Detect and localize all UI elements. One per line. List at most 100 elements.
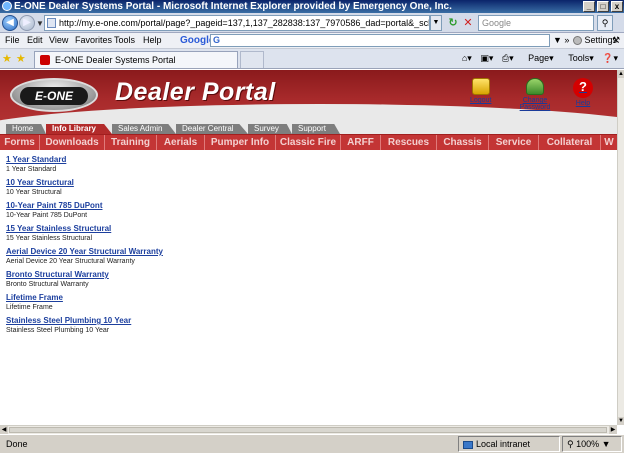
ie-icon [2,1,12,11]
document-description: 1 Year Standard [6,166,57,173]
zone-label: Local intranet [476,439,531,449]
tools-menu[interactable]: Tools▾ [562,53,594,63]
browser-tab-label: E-ONE Dealer Systems Portal [55,55,176,65]
page-menu[interactable]: Page▾ [522,53,554,63]
category-collateral[interactable]: Collateral [539,135,601,150]
category-rescues[interactable]: Rescues [381,135,437,150]
address-dropdown-icon[interactable]: ▼ [430,15,442,31]
settings-circle-icon [573,36,582,46]
list-item: 1 Year Standard 1 Year Standard [6,155,163,174]
eone-logo[interactable]: E-ONE [10,78,98,112]
google-g-icon: G [213,35,221,45]
history-dropdown-icon[interactable]: ▼ [36,19,44,28]
page-content: E-ONE Dealer Portal Logout Change Passwo… [0,70,617,425]
feeds-icon[interactable]: ▣▾ [480,53,493,63]
address-url: http://my.e-one.com/portal/page?_pageid=… [59,18,429,28]
minimize-button[interactable]: _ [583,1,595,12]
category-forms[interactable]: Forms [0,135,40,150]
forward-button[interactable]: ▶ [19,15,35,31]
document-link[interactable]: Bronto Structural Warranty [6,270,163,280]
list-item: Aerial Device 20 Year Structural Warrant… [6,247,163,266]
portal-title: Dealer Portal [115,78,276,106]
home-icon[interactable]: ⌂▾ [462,53,472,63]
favorites-star-icon[interactable]: ★★ [2,52,30,65]
refresh-icon[interactable]: ↻ [446,16,460,30]
category-classic-fire[interactable]: Classic Fire [276,135,341,150]
stop-icon[interactable]: ✕ [461,16,475,30]
address-bar[interactable]: http://my.e-one.com/portal/page?_pageid=… [44,15,430,31]
category-more[interactable]: W [601,135,617,150]
menu-help[interactable]: Help [143,33,162,48]
category-service[interactable]: Service [489,135,539,150]
document-description: Aerial Device 20 Year Structural Warrant… [6,258,135,265]
back-button[interactable]: ◀ [2,15,18,31]
search-icon[interactable]: ⚲ [597,15,613,31]
scroll-thumb[interactable] [9,427,607,433]
scroll-right-icon[interactable]: ▶ [609,426,617,434]
menu-view[interactable]: View [49,33,68,48]
list-item: 10-Year Paint 785 DuPont 10-Year Paint 7… [6,201,163,220]
scroll-down-icon[interactable]: ▼ [618,417,624,425]
window-title: E-ONE Dealer Systems Portal - Microsoft … [14,1,452,12]
vertical-scrollbar[interactable]: ▲ ▼ [617,70,624,425]
category-pumper-info[interactable]: Pumper Info [205,135,276,150]
horizontal-scrollbar[interactable]: ◀ ▶ [0,425,617,434]
print-icon[interactable]: ⎙▾ [502,53,514,63]
close-button[interactable]: x [611,1,623,12]
google-search-input[interactable]: G [210,34,550,47]
wrench-icon[interactable]: ⚒ [612,33,620,48]
document-link[interactable]: 1 Year Standard [6,155,163,165]
search-input[interactable]: Google [478,15,594,31]
tab-sales-admin[interactable]: Sales Admin [112,124,176,134]
help-question-icon: ? [573,78,593,98]
category-aerials[interactable]: Aerials [157,135,205,150]
portal-banner: E-ONE Dealer Portal Logout Change Passwo… [0,70,617,123]
help-label: Help [575,100,591,107]
browser-tab[interactable]: E-ONE Dealer Systems Portal [34,51,238,68]
status-bar: Done Local intranet ⚲ 100% ▼ [0,434,624,453]
menu-file[interactable]: File [5,33,20,48]
category-training[interactable]: Training [105,135,157,150]
document-link[interactable]: Lifetime Frame [6,293,163,303]
list-item: Bronto Structural Warranty Bronto Struct… [6,270,163,289]
document-link[interactable]: 10-Year Paint 785 DuPont [6,201,163,211]
new-tab-button[interactable] [240,51,264,68]
menu-edit[interactable]: Edit [27,33,43,48]
window-controls: _ □ x [583,1,623,12]
menu-favorites[interactable]: Favorites [75,33,112,48]
status-text: Done [6,439,28,449]
help-icon[interactable]: ❓▾ [602,53,618,63]
maximize-button[interactable]: □ [597,1,609,12]
site-favicon [40,55,50,65]
menu-bar: File Edit View Favorites Tools Help Goog… [0,33,624,49]
scroll-up-icon[interactable]: ▲ [618,70,624,78]
category-downloads[interactable]: Downloads [40,135,105,150]
zoom-control[interactable]: ⚲ 100% ▼ [562,436,622,452]
document-link[interactable]: Aerial Device 20 Year Structural Warrant… [6,247,163,257]
command-bar: ⌂▾ ▣▾ ⎙▾ Page▾ Tools▾ ❓▾ [456,53,618,64]
tab-info-library[interactable]: Info Library [46,124,112,134]
category-chassis[interactable]: Chassis [437,135,489,150]
tab-survey[interactable]: Survey [248,124,292,134]
document-description: Bronto Structural Warranty [6,281,89,288]
search-placeholder: Google [482,18,512,28]
document-link[interactable]: Stainless Steel Plumbing 10 Year [6,316,163,326]
tab-support[interactable]: Support [292,124,340,134]
settings-button[interactable]: Settings [573,33,617,48]
tab-home[interactable]: Home [6,124,46,134]
help-link[interactable]: ? Help [573,78,593,107]
google-more-icon[interactable]: ▼ » [553,33,569,48]
document-link[interactable]: 10 Year Structural [6,178,163,188]
document-description: Lifetime Frame [6,304,53,311]
logout-link[interactable]: Logout [470,78,491,104]
category-arff[interactable]: ARFF [341,135,381,150]
document-link[interactable]: 15 Year Stainless Structural [6,224,163,234]
category-bar: Forms Downloads Training Aerials Pumper … [0,134,617,150]
scroll-left-icon[interactable]: ◀ [0,426,8,434]
tab-dealer-central[interactable]: Dealer Central [176,124,248,134]
zoom-level: 100% [576,439,600,449]
tab-bar: ★★ E-ONE Dealer Systems Portal ⌂▾ ▣▾ ⎙▾ … [0,49,624,69]
change-password-link[interactable]: Change Password [518,78,552,111]
menu-tools[interactable]: Tools [114,33,135,48]
security-zone: Local intranet [458,436,560,452]
